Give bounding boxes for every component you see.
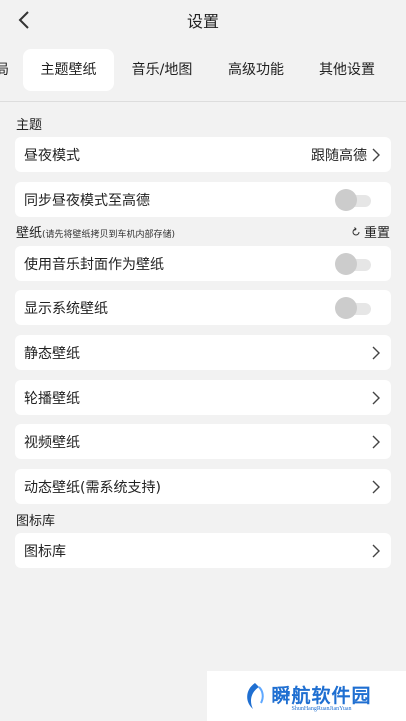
reset-label: 重置 <box>363 226 390 241</box>
toggle-knob <box>335 296 357 319</box>
wallpaper-section-header: 壁纸(请先将壁纸拷贝到车机内部存储) 重置 <box>16 222 390 241</box>
dynamic-wallpaper-label: 动态壁纸(需系统支持) <box>24 479 161 496</box>
static-wallpaper-row[interactable]: 静态壁纸 <box>15 335 391 370</box>
tab-music-map[interactable]: 音乐/地图 <box>118 49 206 91</box>
day-night-mode-label: 昼夜模式 <box>24 147 80 164</box>
music-cover-wallpaper-toggle[interactable] <box>335 252 371 276</box>
top-bar: 设置 <box>0 0 406 40</box>
watermark-logo: 瞬航软件园 ShunHangRuanJianYuan <box>207 671 406 721</box>
tab-other-settings[interactable]: 其他设置 <box>303 49 391 91</box>
tab-bar: 局 主题壁纸 音乐/地图 高级功能 其他设置 <box>0 49 406 93</box>
back-button[interactable] <box>10 6 38 34</box>
video-wallpaper-row[interactable]: 视频壁纸 <box>15 424 391 459</box>
reset-icon <box>352 226 360 235</box>
static-wallpaper-label: 静态壁纸 <box>24 345 80 362</box>
music-cover-wallpaper-row: 使用音乐封面作为壁纸 <box>15 246 391 281</box>
day-night-mode-row[interactable]: 昼夜模式 跟随高德 <box>15 137 391 172</box>
day-night-mode-value: 跟随高德 <box>311 147 367 164</box>
section-title-icon-library: 图标库 <box>16 514 56 529</box>
chevron-right-icon <box>372 346 380 359</box>
icon-library-label: 图标库 <box>24 543 66 560</box>
wallpaper-section-hint: (请先将壁纸拷贝到车机内部存储) <box>42 230 176 240</box>
watermark-main-text: 瞬航软件园 <box>271 684 372 707</box>
sync-day-night-row: 同步昼夜模式至高德 <box>15 182 391 217</box>
system-wallpaper-row: 显示系统壁纸 <box>15 290 391 325</box>
chevron-right-icon <box>372 544 380 557</box>
tab-advanced[interactable]: 高级功能 <box>212 49 300 91</box>
music-cover-wallpaper-label: 使用音乐封面作为壁纸 <box>24 256 164 273</box>
watermark-sub-text: ShunHangRuanJianYuan <box>291 705 352 712</box>
carousel-wallpaper-row[interactable]: 轮播壁纸 <box>15 380 391 415</box>
icon-library-row[interactable]: 图标库 <box>15 533 391 568</box>
watermark-swoosh-icon <box>247 683 265 709</box>
reset-button[interactable]: 重置 <box>351 222 390 241</box>
carousel-wallpaper-label: 轮播壁纸 <box>24 390 80 407</box>
section-title-wallpaper: 壁纸(请先将壁纸拷贝到车机内部存储) <box>16 222 175 241</box>
system-wallpaper-toggle[interactable] <box>335 296 371 320</box>
chevron-right-icon <box>372 391 380 404</box>
video-wallpaper-label: 视频壁纸 <box>24 434 80 451</box>
wallpaper-section-label: 壁纸 <box>16 226 43 241</box>
page-title: 设置 <box>186 12 219 31</box>
system-wallpaper-label: 显示系统壁纸 <box>24 300 108 317</box>
tab-partial[interactable]: 局 <box>0 49 12 91</box>
sync-day-night-label: 同步昼夜模式至高德 <box>24 192 150 209</box>
chevron-left-icon <box>18 11 29 29</box>
tab-divider <box>0 101 406 102</box>
chevron-right-icon <box>372 435 380 448</box>
toggle-knob <box>335 188 357 211</box>
chevron-right-icon <box>372 148 380 161</box>
sync-day-night-toggle[interactable] <box>335 188 371 212</box>
tab-theme-wallpaper[interactable]: 主题壁纸 <box>23 49 114 91</box>
chevron-right-icon <box>372 480 380 493</box>
toggle-knob <box>335 252 357 275</box>
section-title-theme: 主题 <box>16 118 43 133</box>
dynamic-wallpaper-row[interactable]: 动态壁纸(需系统支持) <box>15 469 391 504</box>
watermark-text: 瞬航软件园 ShunHangRuanJianYuan <box>271 681 371 712</box>
